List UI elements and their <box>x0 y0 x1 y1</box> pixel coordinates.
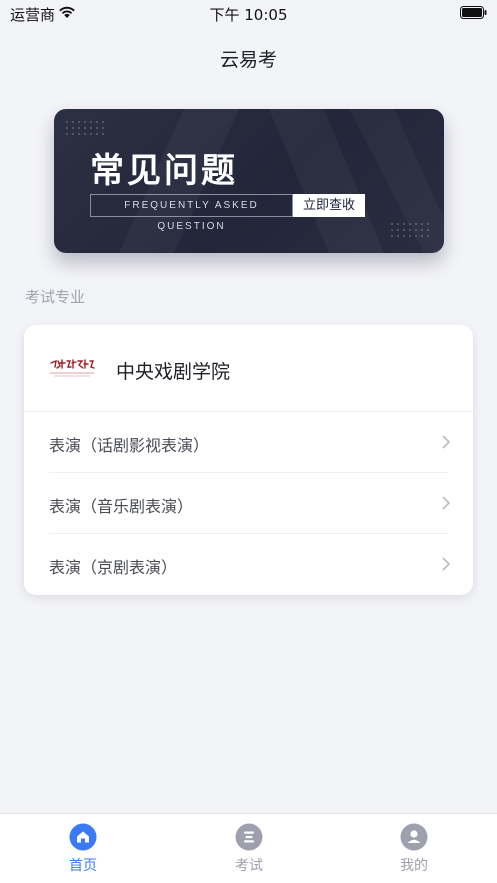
battery-icon <box>460 6 487 19</box>
school-name: 中央戏剧学院 <box>116 361 231 383</box>
major-label: 表演（话剧影视表演） <box>49 436 210 455</box>
major-label: 表演（音乐剧表演） <box>49 497 194 516</box>
list-item[interactable]: 表演（话剧影视表演） <box>24 412 473 473</box>
major-card: 中央戏剧学院 表演（话剧影视表演） 表演（音乐剧表演） 表演（京剧表演） <box>24 325 473 595</box>
list-item[interactable]: 表演（京剧表演） <box>24 534 473 595</box>
tab-profile-label: 我的 <box>400 858 428 874</box>
banner-title: 常见问题 <box>90 151 238 191</box>
status-bar: 运营商 下午 10:05 <box>0 0 497 26</box>
exam-icon <box>235 823 263 851</box>
page-title: 云易考 <box>219 49 277 71</box>
list-item[interactable]: 表演（音乐剧表演） <box>24 473 473 534</box>
tab-exam[interactable]: 考试 <box>166 814 332 883</box>
tab-home[interactable]: 首页 <box>0 814 166 883</box>
school-header[interactable]: 中央戏剧学院 <box>24 325 473 412</box>
home-icon <box>69 823 97 851</box>
check-now-button[interactable]: 立即查收 <box>293 194 365 217</box>
chevron-right-icon <box>442 557 450 571</box>
faq-banner[interactable]: 常见问题 FREQUENTLY ASKED QUESTION 立即查收 <box>54 109 444 253</box>
tab-home-label: 首页 <box>69 858 97 874</box>
chevron-right-icon <box>442 435 450 449</box>
chevron-right-icon <box>442 496 450 510</box>
tab-bar: 首页 考试 我的 <box>0 813 497 883</box>
section-heading: 考试专业 <box>25 288 86 306</box>
tab-exam-label: 考试 <box>235 858 263 874</box>
school-logo <box>50 359 95 377</box>
banner-subtitle: FREQUENTLY ASKED QUESTION <box>90 194 293 232</box>
clock: 下午 10:05 <box>209 6 288 24</box>
tab-profile[interactable]: 我的 <box>331 814 497 883</box>
major-label: 表演（京剧表演） <box>49 558 178 577</box>
profile-icon <box>400 823 428 851</box>
